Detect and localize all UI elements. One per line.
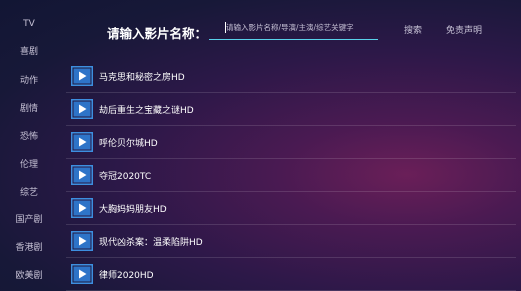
- search-button[interactable]: 搜索: [404, 23, 422, 36]
- list-item[interactable]: 大胸妈妈朋友HD: [66, 192, 516, 225]
- search-label: 请输入影片名称：: [107, 26, 208, 41]
- video-title: 大胸妈妈朋友HD: [99, 205, 167, 215]
- list-item[interactable]: 现代凶杀案：温柔陷阱HD: [66, 225, 516, 258]
- list-item[interactable]: 呼伦贝尔城HD: [66, 126, 516, 159]
- video-play-icon: [71, 165, 93, 185]
- sidebar-item-ethics[interactable]: 伦理: [0, 159, 58, 171]
- list-item[interactable]: 马克思和秘密之房HD: [66, 60, 516, 93]
- list-item[interactable]: 夺冠2020TC: [66, 159, 516, 192]
- sidebar-item-variety[interactable]: 综艺: [0, 187, 58, 199]
- video-title: 马克思和秘密之房HD: [99, 73, 185, 83]
- video-play-icon: [71, 264, 93, 284]
- list-item[interactable]: 劫后重生之宝藏之谜HD: [66, 93, 516, 126]
- video-title: 呼伦贝尔城HD: [99, 139, 158, 149]
- category-sidebar: TV 喜剧 动作 剧情 恐怖 伦理 综艺 国产剧 香港剧 欧美剧: [0, 0, 58, 291]
- sidebar-item-drama[interactable]: 剧情: [0, 103, 58, 115]
- list-item[interactable]: 律师2020HD: [66, 258, 516, 291]
- sidebar-item-action[interactable]: 动作: [0, 75, 58, 87]
- search-box[interactable]: [209, 15, 378, 40]
- video-play-icon: [71, 99, 93, 119]
- sidebar-item-hongkong-series[interactable]: 香港剧: [0, 242, 58, 254]
- disclaimer-button[interactable]: 免责声明: [446, 23, 482, 36]
- video-play-icon: [71, 198, 93, 218]
- sidebar-item-domestic-series[interactable]: 国产剧: [0, 214, 58, 226]
- video-play-icon: [71, 132, 93, 152]
- sidebar-item-horror[interactable]: 恐怖: [0, 131, 58, 143]
- result-list: 马克思和秘密之房HD 劫后重生之宝藏之谜HD 呼伦贝尔城HD 夺冠2020TC …: [66, 60, 516, 291]
- video-title: 律师2020HD: [99, 271, 154, 281]
- sidebar-item-western-series[interactable]: 欧美剧: [0, 270, 58, 282]
- video-title: 劫后重生之宝藏之谜HD: [99, 106, 194, 116]
- video-title: 现代凶杀案：温柔陷阱HD: [99, 238, 203, 248]
- search-input[interactable]: [226, 20, 376, 35]
- video-title: 夺冠2020TC: [99, 172, 152, 182]
- sidebar-item-comedy[interactable]: 喜剧: [0, 46, 58, 58]
- video-play-icon: [71, 231, 93, 251]
- video-play-icon: [71, 66, 93, 86]
- sidebar-item-tv[interactable]: TV: [0, 18, 58, 30]
